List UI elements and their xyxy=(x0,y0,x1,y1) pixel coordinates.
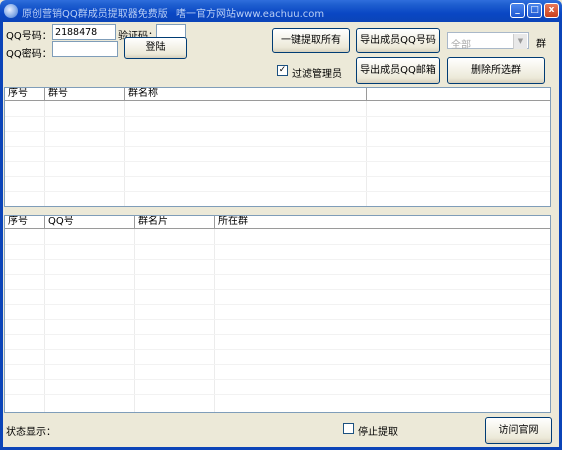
grid-line xyxy=(44,229,45,412)
members-table[interactable]: 序号 QQ号 群名片 所在群 xyxy=(4,215,551,413)
grid-line xyxy=(5,274,550,275)
grid-line xyxy=(5,191,550,192)
grid-line xyxy=(5,176,550,177)
grid-line xyxy=(5,394,550,395)
grid-line xyxy=(5,304,550,305)
qq-number-input[interactable]: 2188478 xyxy=(52,24,116,40)
groups-col-name[interactable]: 群名称 xyxy=(125,88,367,101)
minimize-button[interactable]: _ xyxy=(510,3,525,18)
export-qq-button[interactable]: 导出成员QQ号码 xyxy=(356,28,440,53)
window-frame-left xyxy=(0,22,3,450)
members-table-header: 序号 QQ号 群名片 所在群 xyxy=(5,216,550,229)
visit-website-button[interactable]: 访问官网 xyxy=(485,417,552,444)
grid-line xyxy=(5,334,550,335)
grid-line xyxy=(5,161,550,162)
group-label: 群 xyxy=(536,39,546,50)
qq-password-label: QQ密码： xyxy=(6,49,52,60)
grid-line xyxy=(5,364,550,365)
grid-line xyxy=(5,146,550,147)
filter-admin-label: 过滤管理员 xyxy=(292,69,342,80)
grid-line xyxy=(5,131,550,132)
grid-line xyxy=(5,319,550,320)
close-button[interactable]: x xyxy=(544,3,559,18)
members-col-index[interactable]: 序号 xyxy=(5,216,45,229)
extract-all-button[interactable]: 一键提取所有 xyxy=(272,28,350,53)
qq-password-input[interactable] xyxy=(52,41,118,57)
grid-line xyxy=(5,379,550,380)
grid-line xyxy=(5,289,550,290)
grid-line xyxy=(214,229,215,412)
delete-selected-group-button[interactable]: 删除所选群 xyxy=(447,57,545,84)
members-col-qq[interactable]: QQ号 xyxy=(45,216,135,229)
qq-number-label: QQ号码： xyxy=(6,31,52,42)
groups-table-header: 序号 群号 群名称 xyxy=(5,88,550,101)
export-email-button[interactable]: 导出成员QQ邮箱 xyxy=(356,57,440,84)
stop-extract-checkbox[interactable] xyxy=(343,423,354,434)
grid-line xyxy=(134,229,135,412)
group-select[interactable]: 全部 ▼ xyxy=(447,32,529,51)
filter-admin-checkbox[interactable]: ✓ xyxy=(277,65,288,76)
members-col-group[interactable]: 所在群 xyxy=(215,216,550,229)
grid-line xyxy=(5,349,550,350)
window-site-text: 嗜一官方网站www.eachuu.com xyxy=(176,9,325,20)
window-title: 原创营销QQ群成员提取器免费版 xyxy=(22,9,168,20)
app-icon xyxy=(4,4,18,18)
groups-col-number[interactable]: 群号 xyxy=(45,88,125,101)
title-bar[interactable]: 原创营销QQ群成员提取器免费版 嗜一官方网站www.eachuu.com _ □… xyxy=(0,0,562,22)
chevron-down-icon[interactable]: ▼ xyxy=(513,34,527,49)
grid-line xyxy=(5,116,550,117)
maximize-button[interactable]: □ xyxy=(527,3,542,18)
grid-line xyxy=(5,259,550,260)
members-col-card[interactable]: 群名片 xyxy=(135,216,215,229)
groups-col-index[interactable]: 序号 xyxy=(5,88,45,101)
status-label: 状态显示： xyxy=(6,427,56,438)
groups-table[interactable]: 序号 群号 群名称 xyxy=(4,87,551,207)
grid-line xyxy=(5,244,550,245)
login-button[interactable]: 登陆 xyxy=(124,37,187,59)
group-select-value: 全部 xyxy=(451,40,471,51)
stop-extract-label: 停止提取 xyxy=(358,427,398,438)
